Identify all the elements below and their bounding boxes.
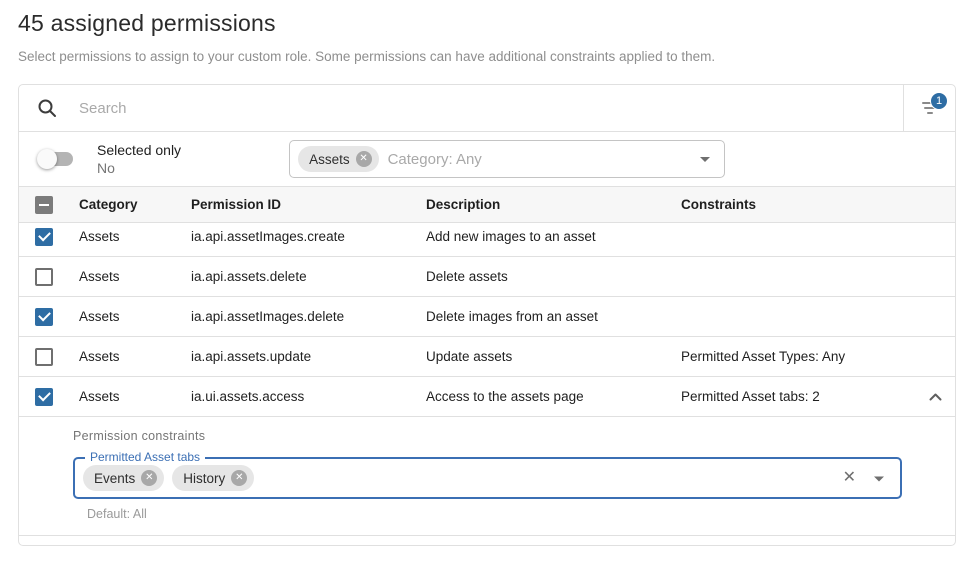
permissions-page: 45 assigned permissions Select permissio… (0, 0, 975, 546)
filter-bar: Selected only No Assets ✕ Category: Any (19, 132, 955, 187)
row-checkbox[interactable] (35, 388, 53, 406)
col-permission-id: Permission ID (191, 197, 426, 212)
permissions-panel: 1 Selected only No Assets ✕ Category: An… (18, 84, 956, 546)
chevron-up-icon (929, 393, 942, 401)
search-input[interactable] (79, 100, 903, 117)
constraint-panel: Permission constraints Permitted Asset t… (19, 417, 955, 536)
table-row[interactable]: Assets ia.ui.assets.access Access to the… (19, 377, 955, 417)
table-header: Category Permission ID Description Const… (19, 187, 955, 223)
permission-id-cell: ia.api.assetImages.delete (191, 309, 426, 324)
selected-only-labels: Selected only No (97, 141, 181, 177)
permitted-asset-tabs-select[interactable]: Permitted Asset tabs Events ✕ History ✕ … (73, 457, 902, 499)
category-cell: Assets (79, 309, 191, 324)
category-cell: Assets (79, 269, 191, 284)
category-chip[interactable]: Assets ✕ (298, 146, 379, 172)
constraint-panel-label: Permission constraints (73, 429, 955, 443)
chevron-down-icon (700, 157, 710, 162)
panel-footer (19, 536, 955, 545)
filter-button[interactable]: 1 (903, 85, 955, 131)
category-cell: Assets (79, 349, 191, 364)
category-select[interactable]: Assets ✕ Category: Any (289, 140, 725, 178)
permission-id-cell: ia.api.assets.delete (191, 269, 426, 284)
default-helper-text: Default: All (87, 507, 955, 521)
row-checkbox[interactable] (35, 348, 53, 366)
chip-remove-icon[interactable]: ✕ (141, 470, 157, 486)
col-constraints: Constraints (681, 197, 915, 212)
table-body: Assets ia.api.assetImages.create Add new… (19, 223, 955, 417)
search-icon (37, 98, 57, 118)
permission-id-cell: ia.api.assetImages.create (191, 229, 426, 244)
category-select-placeholder: Category: Any (388, 151, 712, 168)
page-title: 45 assigned permissions (18, 10, 957, 37)
constraints-cell: Permitted Asset Types: Any (681, 349, 915, 364)
toggle-thumb (37, 149, 57, 169)
tab-chip-label: Events (94, 471, 135, 486)
row-checkbox[interactable] (35, 268, 53, 286)
row-checkbox[interactable] (35, 308, 53, 326)
chip-remove-icon[interactable]: ✕ (356, 151, 372, 167)
tab-chip-history[interactable]: History ✕ (172, 465, 254, 491)
constraints-cell: Permitted Asset tabs: 2 (681, 389, 915, 404)
description-cell: Add new images to an asset (426, 229, 681, 244)
description-cell: Delete assets (426, 269, 681, 284)
chip-remove-icon[interactable]: ✕ (231, 470, 247, 486)
description-cell: Access to the assets page (426, 389, 681, 404)
filter-count-badge: 1 (930, 92, 948, 110)
clear-selection-icon[interactable]: ✕ (843, 470, 856, 486)
category-cell: Assets (79, 229, 191, 244)
field-label: Permitted Asset tabs (85, 450, 205, 464)
selected-only-label: Selected only (97, 141, 181, 159)
chevron-down-icon[interactable] (874, 477, 884, 482)
col-category: Category (79, 197, 191, 212)
selected-only-toggle[interactable] (37, 150, 75, 168)
search-row: 1 (19, 85, 955, 132)
col-description: Description (426, 197, 681, 212)
category-cell: Assets (79, 389, 191, 404)
tab-chip-events[interactable]: Events ✕ (83, 465, 164, 491)
table-row[interactable]: Assets ia.api.assetImages.create Add new… (19, 223, 955, 257)
tab-chip-label: History (183, 471, 225, 486)
table-row[interactable]: Assets ia.api.assetImages.delete Delete … (19, 297, 955, 337)
description-cell: Update assets (426, 349, 681, 364)
table-row[interactable]: Assets ia.api.assets.update Update asset… (19, 337, 955, 377)
table-row[interactable]: Assets ia.api.assets.delete Delete asset… (19, 257, 955, 297)
row-checkbox[interactable] (35, 228, 53, 246)
permission-id-cell: ia.api.assets.update (191, 349, 426, 364)
page-subtitle: Select permissions to assign to your cus… (18, 49, 957, 64)
selected-only-value: No (97, 159, 181, 177)
search-field-wrap (19, 85, 903, 131)
permission-id-cell: ia.ui.assets.access (191, 389, 426, 404)
select-all-checkbox[interactable] (35, 196, 53, 214)
collapse-row-button[interactable] (915, 393, 955, 401)
category-chip-label: Assets (309, 152, 350, 167)
description-cell: Delete images from an asset (426, 309, 681, 324)
